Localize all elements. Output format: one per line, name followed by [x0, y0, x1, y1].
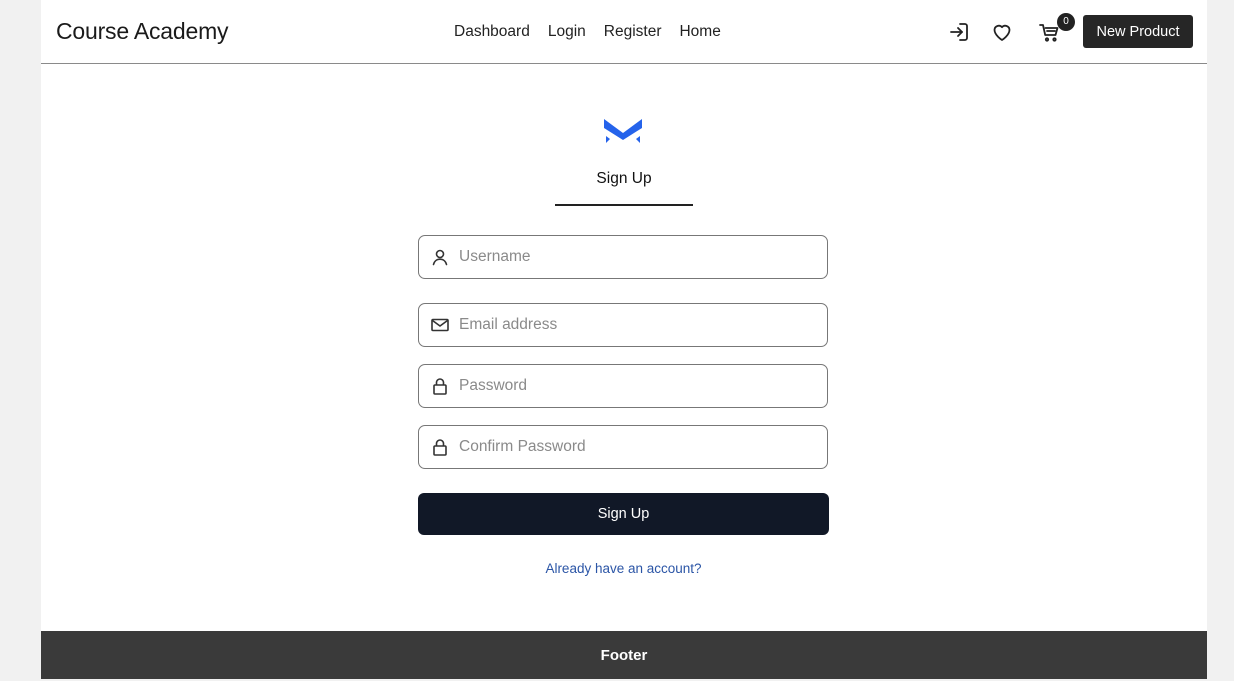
username-input[interactable]	[459, 236, 819, 278]
login-link[interactable]: Already have an account?	[418, 561, 829, 576]
nav-register[interactable]: Register	[604, 23, 662, 41]
cart-count-badge: 0	[1057, 13, 1075, 31]
heart-icon[interactable]	[990, 20, 1014, 44]
main-nav: Dashboard Login Register Home	[454, 23, 721, 41]
user-icon	[430, 247, 450, 267]
login-icon[interactable]	[947, 20, 971, 44]
password-input[interactable]	[459, 365, 819, 407]
email-field[interactable]	[418, 303, 828, 347]
title-underline	[555, 204, 693, 206]
nav-dashboard[interactable]: Dashboard	[454, 23, 530, 41]
username-field[interactable]	[418, 235, 828, 279]
confirm-password-input[interactable]	[459, 426, 819, 468]
new-product-button[interactable]: New Product	[1083, 15, 1193, 48]
form-title: Sign Up	[596, 170, 652, 187]
email-input[interactable]	[459, 304, 819, 346]
nav-home[interactable]: Home	[679, 23, 720, 41]
nav-login[interactable]: Login	[548, 23, 586, 41]
confirm-password-field[interactable]	[418, 425, 828, 469]
page: Course Academy Dashboard Login Register …	[41, 0, 1207, 679]
mail-icon	[430, 315, 450, 335]
sign-up-button[interactable]: Sign Up	[418, 493, 829, 535]
top-navbar: Course Academy Dashboard Login Register …	[41, 0, 1207, 64]
footer: Footer	[41, 631, 1207, 679]
brand-logo-icon	[604, 119, 642, 143]
lock-icon	[430, 437, 450, 457]
password-field[interactable]	[418, 364, 828, 408]
lock-icon	[430, 376, 450, 396]
brand-title[interactable]: Course Academy	[56, 18, 229, 45]
